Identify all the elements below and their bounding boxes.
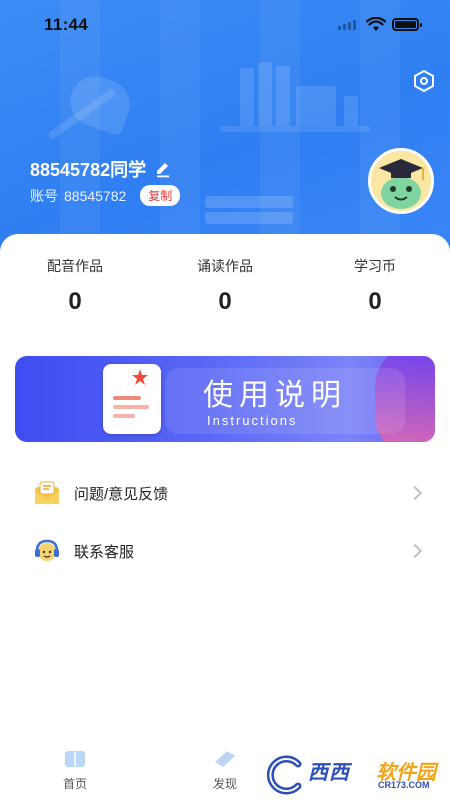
avatar-graduate-icon xyxy=(371,151,431,211)
bg-book xyxy=(296,86,336,126)
bg-book xyxy=(344,96,358,126)
bg-book xyxy=(276,66,290,126)
stat-study-coins[interactable]: 学习币 0 xyxy=(300,256,450,316)
menu-item-customer-service[interactable]: 联系客服 xyxy=(0,528,450,574)
chevron-right-icon xyxy=(407,485,423,501)
settings-hexagon-icon[interactable] xyxy=(413,70,435,92)
menu-item-feedback[interactable]: 问题/意见反馈 xyxy=(0,470,450,516)
tab-discover[interactable]: 发现 xyxy=(190,748,260,792)
wifi-icon xyxy=(366,17,386,31)
bg-shelf xyxy=(220,126,370,132)
home-book-icon xyxy=(65,751,85,767)
status-bar: 11:44 xyxy=(0,0,450,50)
menu-label: 联系客服 xyxy=(74,543,135,561)
watermark-c-icon xyxy=(266,755,302,795)
stat-reading-works[interactable]: 诵读作品 0 xyxy=(150,256,300,316)
stat-dubbing-works[interactable]: 配音作品 0 xyxy=(0,256,150,316)
battery-icon xyxy=(392,18,422,31)
tab-label: 首页 xyxy=(62,777,87,791)
banner-title: 使用说明 xyxy=(203,379,347,412)
username: 88545782同学 xyxy=(30,160,147,180)
stat-value: 0 xyxy=(368,288,382,315)
bg-book xyxy=(240,68,254,126)
watermark-url: CR173.COM xyxy=(378,780,430,790)
watermark-brand-a: 西西 xyxy=(308,762,350,784)
discover-icon xyxy=(215,751,235,767)
stat-label: 学习币 xyxy=(354,258,396,274)
banner-subtitle: Instructions xyxy=(207,413,298,428)
tab-label: 发现 xyxy=(212,777,237,791)
bg-book xyxy=(258,62,272,126)
main-card: 配音作品 0 诵读作品 0 学习币 0 使用说明 Instructions 问题… xyxy=(0,234,450,800)
stat-value: 0 xyxy=(68,288,82,315)
stats-row: 配音作品 0 诵读作品 0 学习币 0 xyxy=(0,256,450,316)
account-row: 账号 88545782 复制 xyxy=(30,185,181,206)
copy-account-button[interactable]: 复制 xyxy=(140,185,181,206)
watermark-logo: 西西 软件园 CR173.COM xyxy=(262,750,450,800)
menu-label: 问题/意见反馈 xyxy=(74,485,169,503)
username-row: 88545782同学 xyxy=(30,156,172,182)
avatar[interactable] xyxy=(368,148,434,214)
chevron-right-icon xyxy=(407,543,423,559)
status-time: 11:44 xyxy=(44,15,89,34)
bg-desk-item xyxy=(205,212,293,224)
bg-desk-item xyxy=(205,196,293,208)
account-id: 88545782 xyxy=(64,187,127,204)
document-icon xyxy=(103,364,161,434)
stat-label: 诵读作品 xyxy=(197,258,253,274)
customer-service-icon xyxy=(35,539,59,561)
edit-pencil-icon[interactable] xyxy=(154,160,172,178)
stat-label: 配音作品 xyxy=(47,258,103,274)
tab-home[interactable]: 首页 xyxy=(40,748,110,792)
instructions-banner[interactable]: 使用说明 Instructions xyxy=(15,356,435,442)
stat-value: 0 xyxy=(218,288,232,315)
feedback-envelope-icon xyxy=(35,481,59,504)
account-label: 账号 xyxy=(30,187,58,204)
cellular-signal-icon xyxy=(338,20,356,30)
profile-header: 11:44 88545782同学 账号 88545782 复制 xyxy=(0,0,450,260)
star-icon xyxy=(132,369,148,385)
